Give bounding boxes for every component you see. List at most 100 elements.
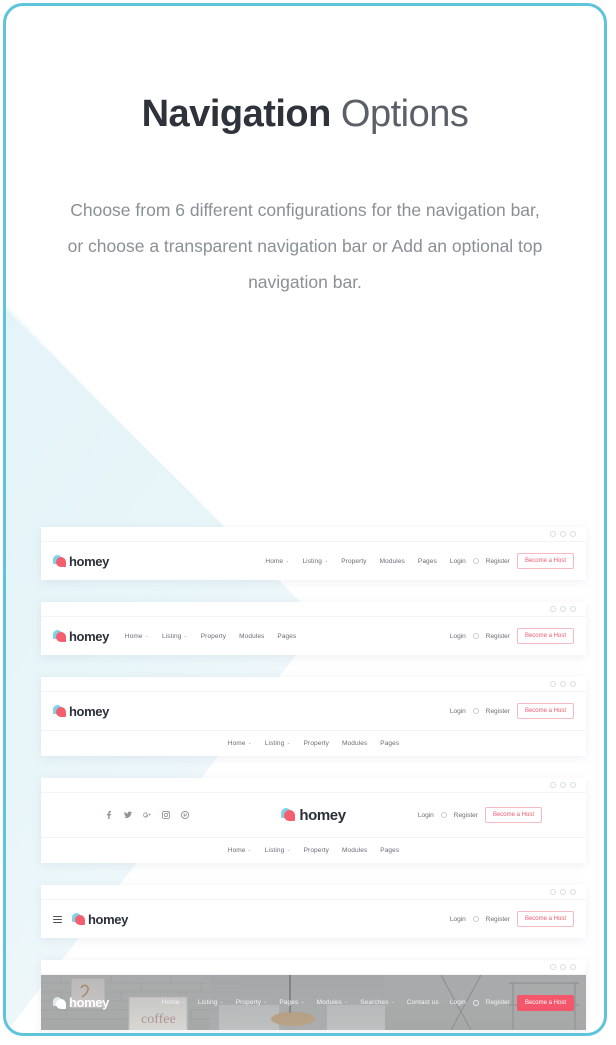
brand-name: homey (299, 806, 346, 824)
window-dots (550, 964, 576, 970)
register-link[interactable]: Register (486, 633, 510, 640)
menu-item-home[interactable]: Home ⌄ (162, 999, 186, 1006)
menu-item-home[interactable]: Home ⌄ (125, 633, 149, 640)
window-dot-icon (570, 681, 576, 687)
menu-item-property[interactable]: Property (341, 558, 366, 565)
login-link[interactable]: Login (450, 558, 466, 565)
auth-group: Login Register Become a Host (450, 994, 574, 1011)
navbar-lower: Home ⌄ Listing ⌄ Property Modules Pages (41, 837, 586, 863)
window-dot-icon (570, 606, 576, 612)
become-a-host-button[interactable]: Become a Host (516, 994, 574, 1011)
facebook-icon[interactable] (105, 811, 113, 819)
become-a-host-button[interactable]: Become a Host (516, 553, 574, 569)
navbar: homey Home ⌄ Listing ⌄ Property Modules Pa… (41, 542, 586, 580)
brand-logo[interactable]: homey (281, 806, 346, 824)
register-link[interactable]: Register (486, 708, 510, 715)
instagram-icon[interactable] (162, 811, 170, 819)
primary-menu: Home ⌄ Listing ⌄ Property ⌄ Pages ⌄ Modules ⌄… (162, 999, 439, 1006)
navbar-upper: homey Login Register Become a Host (41, 692, 586, 730)
menu-item-property[interactable]: Property ⌄ (236, 999, 268, 1006)
brand-logo[interactable]: homey (72, 912, 128, 927)
browser-chrome (41, 778, 586, 793)
menu-item-property[interactable]: Property (201, 633, 226, 640)
auth-separator-icon (472, 708, 479, 714)
menu-item-searches[interactable]: Searches ⌄ (360, 999, 395, 1006)
brand-name: homey (69, 553, 109, 569)
transparent-navbar-overlay: homey Home ⌄ Listing ⌄ Property ⌄ Pages ⌄ Mo… (41, 975, 586, 1030)
menu-item-modules[interactable]: Modules ⌄ (317, 999, 349, 1006)
window-dot-icon (570, 782, 576, 788)
auth-group: Login Register Become a Host (418, 807, 542, 823)
menu-item-pages[interactable]: Pages (277, 633, 296, 640)
become-a-host-button[interactable]: Become a Host (516, 703, 574, 719)
register-link[interactable]: Register (486, 558, 510, 565)
menu-item-contact-us[interactable]: Contact us (407, 999, 439, 1006)
nav-mockup-1: homey Home ⌄ Listing ⌄ Property Modules Pa… (41, 527, 586, 580)
window-dots (550, 606, 576, 612)
menu-item-home[interactable]: Home ⌄ (228, 740, 252, 747)
register-link[interactable]: Register (454, 812, 478, 819)
twitter-icon[interactable] (124, 811, 132, 819)
register-link[interactable]: Register (486, 999, 510, 1006)
become-a-host-button[interactable]: Become a Host (516, 628, 574, 644)
pinterest-icon[interactable] (181, 811, 189, 819)
hamburger-menu-icon[interactable] (53, 915, 62, 923)
menu-item-modules[interactable]: Modules (380, 558, 405, 565)
browser-chrome (41, 960, 586, 975)
login-link[interactable]: Login (450, 708, 466, 715)
navigation-mockups-list: homey Home ⌄ Listing ⌄ Property Modules Pa… (41, 527, 586, 1033)
login-link[interactable]: Login (450, 999, 466, 1006)
browser-chrome (41, 527, 586, 542)
window-dot-icon (550, 964, 556, 970)
menu-item-listing[interactable]: Listing ⌄ (302, 558, 328, 565)
menu-item-pages[interactable]: Pages (380, 847, 399, 854)
chevron-down-icon: ⌄ (219, 999, 224, 1005)
page-description: Choose from 6 different configurations f… (67, 199, 543, 292)
nav-mockup-2: homey Home ⌄ Listing ⌄ Property Modules Pa… (41, 602, 586, 655)
register-link[interactable]: Register (486, 916, 510, 923)
menu-item-listing[interactable]: Listing ⌄ (265, 847, 291, 854)
auth-separator-icon (440, 812, 447, 818)
hero-image: coffee (41, 975, 586, 1030)
page-title-strong: Navigation (141, 93, 332, 135)
social-links (105, 811, 189, 819)
menu-item-modules[interactable]: Modules (342, 740, 367, 747)
menu-item-home[interactable]: Home ⌄ (228, 847, 252, 854)
google-plus-icon[interactable] (143, 811, 151, 819)
homey-heart-icon (53, 705, 66, 717)
menu-item-home[interactable]: Home ⌄ (265, 558, 289, 565)
become-a-host-button[interactable]: Become a Host (484, 807, 542, 823)
menu-item-modules[interactable]: Modules (342, 847, 367, 854)
homey-heart-icon (53, 555, 66, 567)
window-dot-icon (550, 606, 556, 612)
menu-item-property[interactable]: Property (304, 847, 329, 854)
menu-item-listing[interactable]: Listing ⌄ (162, 633, 188, 640)
primary-menu: Home ⌄ Listing ⌄ Property Modules Pages (125, 633, 296, 640)
browser-chrome (41, 602, 586, 617)
login-link[interactable]: Login (450, 633, 466, 640)
brand-logo[interactable]: homey (53, 995, 109, 1010)
menu-item-listing[interactable]: Listing ⌄ (198, 999, 224, 1006)
nav-mockup-5: homey Login Register Become a Host (41, 885, 586, 938)
window-dot-icon (560, 606, 566, 612)
brand-logo[interactable]: homey (53, 629, 109, 644)
menu-item-modules[interactable]: Modules (239, 633, 264, 640)
window-dot-icon (550, 782, 556, 788)
menu-item-pages[interactable]: Pages (380, 740, 399, 747)
brand-logo[interactable]: homey (53, 554, 109, 569)
chevron-down-icon: ⌄ (247, 740, 252, 746)
window-dot-icon (550, 889, 556, 895)
menu-item-pages[interactable]: Pages (418, 558, 437, 565)
menu-item-pages[interactable]: Pages ⌄ (279, 999, 304, 1006)
chevron-down-icon: ⌄ (323, 557, 329, 564)
login-link[interactable]: Login (418, 812, 434, 819)
brand-logo[interactable]: homey (53, 704, 109, 719)
primary-menu: Home ⌄ Listing ⌄ Property Modules Pages (228, 740, 399, 747)
menu-item-property[interactable]: Property (304, 740, 329, 747)
brand-name: homey (69, 628, 109, 644)
menu-item-listing[interactable]: Listing ⌄ (265, 740, 291, 747)
login-link[interactable]: Login (450, 916, 466, 923)
nav-mockup-3: homey Login Register Become a Host Home ⌄… (41, 677, 586, 756)
become-a-host-button[interactable]: Become a Host (516, 911, 574, 927)
nav-mockup-4: homey Login Register Become a Host Home ⌄… (41, 778, 586, 863)
